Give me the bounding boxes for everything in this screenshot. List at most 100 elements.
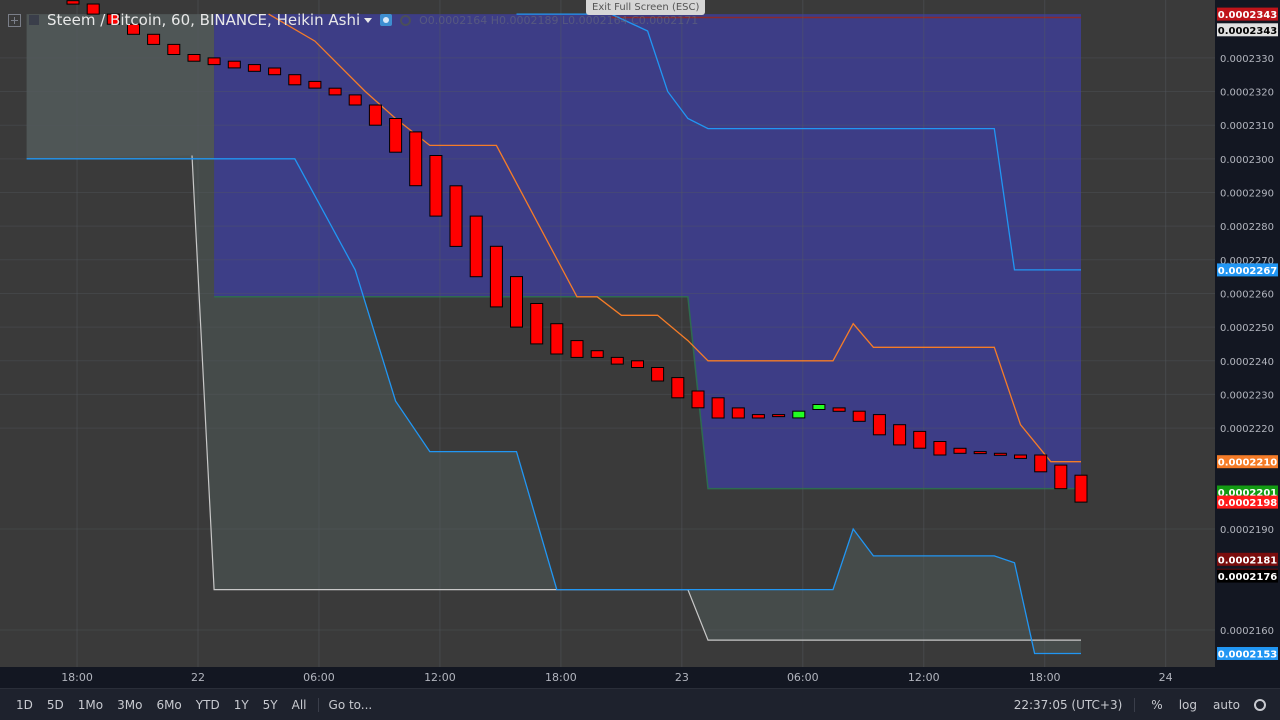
candle-43	[933, 441, 947, 456]
price-label-6: 0.0002181	[1218, 555, 1278, 566]
candle-50	[1074, 474, 1088, 503]
y-tick-label-10: 0.0002230	[1220, 390, 1274, 401]
candle-38	[832, 407, 846, 412]
y-tick-label-8: 0.0002250	[1220, 323, 1274, 334]
ohlc-values: O0.0002164 H0.0002189 L0.0002164 C0.0002…	[419, 13, 699, 27]
y-tick-label-7: 0.0002260	[1220, 289, 1274, 300]
y-tick-label-9: 0.0002240	[1220, 357, 1274, 368]
candle-7	[207, 57, 221, 66]
log-toggle[interactable]: log	[1171, 698, 1205, 712]
candle-16	[389, 118, 403, 153]
y-tick-label-11: 0.0002220	[1220, 424, 1274, 435]
candle-21	[489, 245, 503, 308]
candle-49	[1054, 464, 1068, 490]
candle-36	[792, 410, 806, 419]
y-tick-label-13: 0.0002160	[1220, 626, 1274, 637]
range-1mo-button[interactable]: 1Mo	[71, 698, 110, 712]
candle-42	[913, 430, 927, 449]
candle-17	[409, 131, 423, 187]
candle-27	[610, 356, 624, 365]
x-tick-label-5: 23	[675, 671, 689, 684]
candle-47	[1014, 454, 1027, 459]
collapse-icon[interactable]	[29, 15, 39, 25]
y-tick-label-12: 0.0002190	[1220, 525, 1274, 536]
x-tick-label-8: 18:00	[1029, 671, 1061, 684]
y-tick-label-2: 0.0002310	[1220, 121, 1274, 132]
candle-37	[812, 404, 826, 410]
settings-icon[interactable]	[400, 14, 412, 26]
range-5y-button[interactable]: 5Y	[256, 698, 285, 712]
price-chart[interactable]: 18:00 22 06:00 12:00 18:00 23 06:00 12:00 18:00 2…	[0, 0, 1280, 719]
candle-9	[247, 64, 261, 72]
price-label-8: 0.0002176	[1218, 572, 1278, 583]
candle-45	[973, 451, 987, 455]
candle-20	[469, 215, 483, 278]
range-1d-button[interactable]: 1D	[9, 698, 40, 712]
candle-40	[872, 414, 886, 436]
auto-toggle[interactable]: auto	[1205, 698, 1248, 712]
candle-5	[167, 43, 181, 56]
candle-34	[751, 414, 765, 419]
price-label-1: 0.0002343	[1218, 26, 1278, 37]
percent-toggle[interactable]: %	[1143, 698, 1170, 712]
price-label-5: 0.0002198	[1218, 498, 1278, 509]
range-all-button[interactable]: All	[285, 698, 314, 712]
candle-25	[570, 340, 584, 358]
chevron-down-icon[interactable]	[364, 17, 373, 23]
x-tick-label-4: 18:00	[545, 671, 577, 684]
range-6mo-button[interactable]: 6Mo	[149, 698, 188, 712]
candle-26	[590, 350, 604, 358]
candle-32	[711, 397, 725, 419]
x-tick-label-7: 12:00	[908, 671, 940, 684]
candle-48	[1034, 454, 1048, 473]
candle-22	[510, 276, 523, 328]
price-label-0: 0.0002343	[1218, 10, 1278, 21]
exit-fullscreen-button[interactable]: Exit Full Screen (ESC)	[586, 0, 706, 15]
range-1y-button[interactable]: 1Y	[227, 698, 256, 712]
symbol-title[interactable]: Steem / Bitcoin, 60, BINANCE, Heikin Ash…	[47, 11, 360, 29]
candle-23	[530, 303, 544, 345]
goto-date-button[interactable]: Go to...	[317, 697, 372, 712]
x-tick-label-6: 06:00	[787, 671, 819, 684]
price-label-2: 0.0002267	[1218, 266, 1278, 277]
candle-29	[651, 367, 665, 382]
clock[interactable]: 22:37:05 (UTC+3)	[1014, 697, 1136, 712]
candle-28	[631, 360, 644, 368]
price-label-9: 0.0002153	[1218, 650, 1278, 661]
candle-44	[953, 447, 967, 454]
candle-6	[187, 54, 201, 62]
x-tick-label-1: 22	[191, 671, 205, 684]
y-tick-label-0: 0.0002330	[1220, 54, 1274, 65]
expand-icon[interactable]	[8, 13, 21, 27]
range-ytd-button[interactable]: YTD	[189, 698, 227, 712]
candle-35	[772, 414, 786, 418]
gear-icon[interactable]	[1254, 698, 1266, 711]
y-tick-label-4: 0.0002290	[1220, 188, 1274, 199]
range-5d-button[interactable]: 5D	[40, 698, 71, 712]
candle-11	[288, 74, 302, 86]
candle-31	[691, 390, 705, 409]
candle-12	[308, 80, 322, 89]
x-tick-label-0: 18:00	[61, 671, 93, 684]
candle-30	[671, 377, 685, 399]
eye-icon[interactable]	[380, 14, 393, 26]
candle-14	[348, 94, 362, 106]
price-axis-background	[1215, 0, 1280, 688]
candle-39	[852, 410, 866, 422]
range-3mo-button[interactable]: 3Mo	[110, 698, 149, 712]
candle-33	[731, 407, 745, 419]
candle-13	[328, 87, 342, 96]
bottom-toolbar: 1D 5D 1Mo 3Mo 6Mo YTD 1Y 5Y All Go to...…	[0, 688, 1280, 720]
candle-8	[227, 60, 241, 69]
y-tick-label-1: 0.0002320	[1220, 88, 1274, 99]
x-tick-label-9: 24	[1159, 671, 1173, 684]
x-tick-label-3: 12:00	[424, 671, 456, 684]
candle-15	[368, 104, 382, 126]
y-tick-label-5: 0.0002280	[1220, 222, 1274, 233]
candle-24	[550, 323, 564, 355]
candle-19	[449, 185, 463, 247]
y-tick-label-3: 0.0002300	[1220, 155, 1274, 166]
candle-46	[993, 452, 1007, 456]
candle-18	[429, 155, 443, 217]
candle-41	[893, 424, 907, 446]
